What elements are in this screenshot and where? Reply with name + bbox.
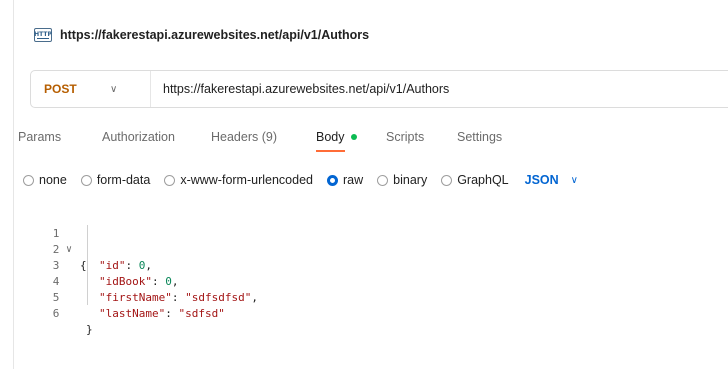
chevron-down-icon: ∨: [110, 83, 118, 95]
code-line-6: 6 }: [0, 290, 728, 336]
radio-circle: [377, 174, 389, 186]
radio-circle-selected: [327, 174, 338, 186]
radio-circle: [23, 174, 34, 186]
tab-settings[interactable]: Settings: [457, 130, 502, 150]
url-bar: POST ∨ https://fakerestapi.azurewebsites…: [30, 70, 728, 108]
tab-body[interactable]: Body: [316, 130, 357, 152]
radio-label: form-data: [96, 173, 151, 187]
code-line-2: 2 "id": 0,: [0, 226, 728, 272]
radio-graphql[interactable]: GraphQL: [441, 173, 509, 187]
radio-label: x-www-form-urlencoded: [180, 173, 313, 187]
line-number: 6: [52, 307, 60, 320]
tab-body-label: Body: [316, 130, 345, 144]
json-value: "sdfsd": [178, 307, 225, 320]
method-select[interactable]: POST ∨: [31, 71, 151, 107]
request-header: HTTP https://fakerestapi.azurewebsites.n…: [34, 25, 369, 45]
radio-label: none: [39, 173, 67, 187]
format-label: JSON: [524, 173, 559, 187]
code-line-3: 3 "idBook": 0,: [0, 242, 728, 288]
tab-headers[interactable]: Headers (9): [211, 130, 277, 150]
http-icon-label: HTTP: [34, 31, 52, 38]
method-label: POST: [44, 82, 77, 96]
radio-circle: [164, 174, 176, 186]
radio-label: raw: [343, 173, 364, 187]
radio-label: GraphQL: [457, 173, 509, 187]
radio-circle: [80, 174, 92, 186]
radio-label: binary: [393, 173, 428, 187]
radio-raw[interactable]: raw: [327, 173, 363, 187]
tab-scripts[interactable]: Scripts: [386, 130, 424, 150]
code-editor[interactable]: 1 ∨ { 2 "id": 0, 3 "idBook": 0, 4 "first…: [0, 210, 728, 336]
radio-binary[interactable]: binary: [377, 173, 427, 187]
body-mode-options: none form-data x-www-form-urlencoded raw…: [23, 172, 578, 188]
code-line-1: 1 ∨ {: [0, 210, 728, 272]
url-input[interactable]: https://fakerestapi.azurewebsites.net/ap…: [151, 82, 449, 96]
radio-urlencoded[interactable]: x-www-form-urlencoded: [164, 173, 313, 187]
code-text: }: [86, 323, 93, 336]
radio-circle: [441, 174, 453, 186]
code-line-5: 5 "lastName": "sdfsd": [0, 274, 728, 320]
tab-authorization[interactable]: Authorization: [102, 130, 175, 150]
json-key: "lastName": [99, 307, 166, 320]
radio-none[interactable]: none: [23, 173, 67, 187]
request-name[interactable]: https://fakerestapi.azurewebsites.net/ap…: [60, 28, 369, 42]
radio-form-data[interactable]: form-data: [80, 173, 151, 187]
format-dropdown[interactable]: JSON ∨: [525, 173, 578, 187]
code-line-4: 4 "firstName": "sdfsdfsd",: [0, 258, 728, 304]
http-icon: HTTP: [34, 28, 52, 42]
tab-params[interactable]: Params: [18, 130, 61, 150]
body-status-dot: [350, 133, 357, 140]
chevron-down-icon: ∨: [570, 174, 578, 186]
